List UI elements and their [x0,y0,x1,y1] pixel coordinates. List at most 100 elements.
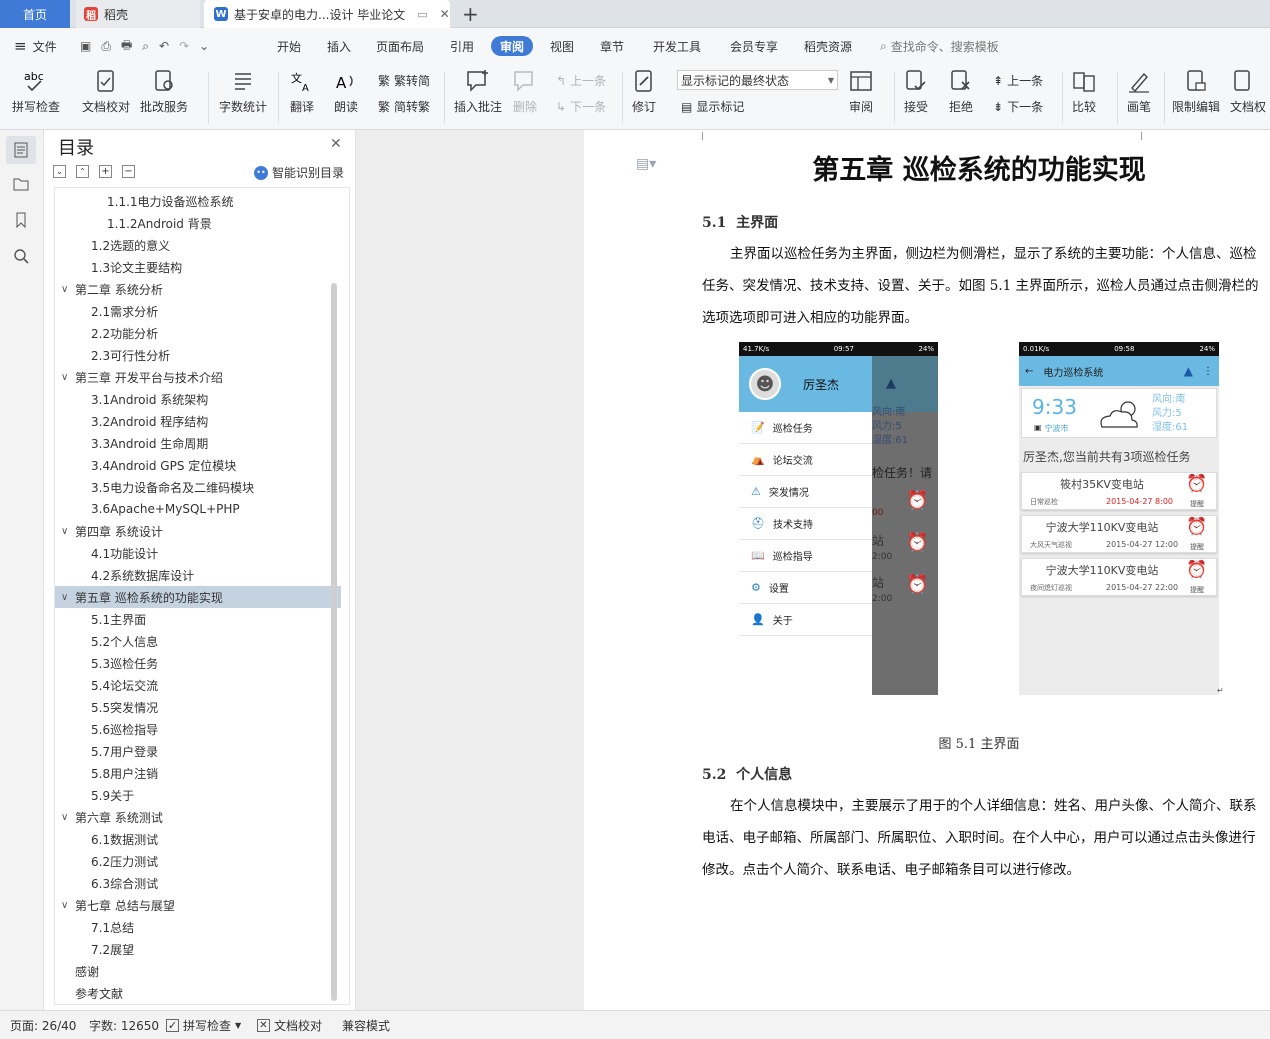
next-comment-button[interactable]: ↳ 下一条 [556,98,606,115]
insert-comment-button[interactable]: 插入批注 [454,68,502,115]
toc-item[interactable]: ∨ 第五章 巡检系统的功能实现 [55,586,341,608]
menu-devtools[interactable]: 开发工具 [653,28,701,64]
bookmark-icon[interactable] [13,212,29,231]
tab-daoke[interactable]: 稻 稻壳 [76,0,200,28]
print-preview-icon[interactable]: ⌕ [142,39,149,54]
review-pane-button[interactable]: 审阅 [848,68,874,115]
toc-item[interactable]: 3.2Android 程序结构 [55,410,341,432]
menu-start[interactable]: 开始 [277,28,301,64]
accept-button[interactable]: 接受 [903,68,929,115]
toc-item[interactable]: 1.3论文主要结构 [55,256,341,278]
print-icon[interactable]: 🖶 [121,36,132,57]
trad-to-simp-button[interactable]: 繁繁转简 [378,72,430,89]
toc-item[interactable]: 5.3巡检任务 [55,652,341,674]
remove-heading-icon[interactable]: − [122,165,135,178]
toc-item[interactable]: 2.2功能分析 [55,322,341,344]
toc-item[interactable]: 5.5突发情况 [55,696,341,718]
restrict-edit-button[interactable]: 限制编辑 [1172,68,1220,115]
spell-check-button[interactable]: abc 拼写检查 [12,68,60,115]
status-spell-check[interactable]: ✓ 拼写检查 ▼ [166,1011,241,1039]
toc-item[interactable]: 5.6巡检指导 [55,718,341,740]
toc-item[interactable]: 5.1主界面 [55,608,341,630]
tab-document[interactable]: W 基于安卓的电力...设计 毕业论文 ▭ ✕ [204,0,450,28]
toc-item[interactable]: 4.1功能设计 [55,542,341,564]
doc-proof-button[interactable]: 文档校对 [82,68,130,115]
alarm-clock-icon[interactable]: ⏰ [1186,560,1207,580]
chevron-down-icon[interactable]: ∨ [61,592,71,603]
toc-item[interactable]: 3.1Android 系统架构 [55,388,341,410]
toc-item[interactable]: 1.2选题的意义 [55,234,341,256]
toc-item[interactable]: 3.3Android 生命周期 [55,432,341,454]
new-tab-icon[interactable]: + [462,2,479,26]
toc-item[interactable]: 7.1总结 [55,916,341,938]
menu-insert[interactable]: 插入 [327,28,351,64]
next-change-button[interactable]: ⇟ 下一条 [993,98,1043,115]
toc-item[interactable]: 5.2个人信息 [55,630,341,652]
toc-item[interactable]: 5.8用户注销 [55,762,341,784]
annotation-service-button[interactable]: 批改服务 [140,68,188,115]
compare-button[interactable]: 比较 [1071,68,1097,115]
toc-item[interactable]: 6.2压力测试 [55,850,341,872]
alarm-clock-icon[interactable]: ⏰ [1186,474,1207,494]
export-pdf-icon[interactable]: ⎙ [101,39,111,54]
toc-item[interactable]: 1.1.2Android 背景 [55,212,341,234]
toc-item[interactable]: 2.3可行性分析 [55,344,341,366]
overflow-menu-icon[interactable]: ⋮ [1203,366,1213,377]
command-search[interactable]: ⌕ 查找命令、搜索模板 [880,28,999,64]
drawer-item[interactable]: ⚙ 设置 [739,572,872,604]
close-tab-icon[interactable]: ✕ [440,7,450,21]
task-card[interactable]: 筱村35KV变电站 日常巡检 2015-04-27 8:00 ⏰ 提醒 [1021,472,1217,510]
undo-icon[interactable]: ↶ [159,39,169,53]
toc-item[interactable]: 2.1需求分析 [55,300,341,322]
track-changes-button[interactable]: 修订 [631,68,657,115]
toc-item[interactable]: ∨ 第六章 系统测试 [55,806,341,828]
simp-to-trad-button[interactable]: 繁简转繁 [378,98,430,115]
chapter-nav-icon[interactable] [13,175,29,194]
expand-level-icon[interactable]: ⌃ [76,165,89,178]
word-count-button[interactable]: 字数统计 [219,68,267,115]
delete-comment-button[interactable]: 删除 [512,68,538,115]
toc-item[interactable]: 3.5电力设备命名及二维码模块 [55,476,341,498]
toc-item[interactable]: ∨ 第四章 系统设计 [55,520,341,542]
prev-comment-button[interactable]: ↰ 上一条 [556,72,606,89]
alarm-clock-icon[interactable]: ⏰ [1186,517,1207,537]
markup-state-select[interactable]: 显示标记的最终状态 ▼ [677,70,838,90]
toc-item[interactable]: 7.2展望 [55,938,341,960]
collapse-all-icon[interactable]: ⌄ [53,165,66,178]
back-arrow-icon[interactable]: ← [1025,366,1033,377]
reject-button[interactable]: 拒绝 [948,68,974,115]
save-icon[interactable]: ▣ [80,39,91,53]
menu-references[interactable]: 引用 [450,28,474,64]
drawer-item[interactable]: ⚠ 突发情况 [739,476,872,508]
toc-pane-icon[interactable] [6,136,36,164]
toc-item[interactable]: 5.9关于 [55,784,341,806]
menu-layout[interactable]: 页面布局 [376,28,424,64]
chevron-down-icon[interactable]: ∨ [61,526,71,537]
word-count-indicator[interactable]: 字数: 12650 [89,1011,159,1039]
smart-toc-button[interactable]: •• 智能识别目录 [254,164,344,181]
close-icon[interactable]: ✕ [330,136,342,152]
toc-item[interactable]: 3.6Apache+MySQL+PHP [55,498,341,520]
toc-item[interactable]: 6.1数据测试 [55,828,341,850]
navigation-arrow-icon[interactable]: ▲ [1184,364,1193,378]
translate-button[interactable]: 文A 翻译 [289,68,315,115]
chevron-down-icon[interactable]: ∨ [61,900,71,911]
toc-item[interactable]: ∨ 第二章 系统分析 [55,278,341,300]
add-heading-icon[interactable]: + [99,165,112,178]
task-card[interactable]: 宁波大学110KV变电站 夜间熄灯巡视 2015-04-27 22:00 ⏰ 提醒 [1021,558,1217,596]
document-page[interactable]: ▤▾ 第五章 巡检系统的功能实现 5.1 主界面 主界面以巡检任务为主界面，侧边… [584,130,1270,1010]
drawer-item[interactable]: ⛺ 论坛交流 [739,444,872,476]
status-proof[interactable]: ✕ 文档校对 [257,1011,322,1039]
doc-permission-button[interactable]: 文档权 [1230,68,1266,115]
toc-item[interactable]: 感谢 [55,960,341,982]
read-aloud-button[interactable]: A 朗读 [333,68,359,115]
toc-item[interactable]: 6.3综合测试 [55,872,341,894]
page-indicator[interactable]: 页面: 26/40 [10,1011,76,1039]
menu-view[interactable]: 视图 [550,28,574,64]
toc-item[interactable]: 5.4论坛交流 [55,674,341,696]
drawer-item[interactable]: ⛑ 技术支持 [739,508,872,540]
menu-section[interactable]: 章节 [600,28,624,64]
tab-home[interactable]: 首页 [0,0,70,28]
file-menu[interactable]: ≡ 文件 [14,28,57,64]
menu-member[interactable]: 会员专享 [730,28,778,64]
